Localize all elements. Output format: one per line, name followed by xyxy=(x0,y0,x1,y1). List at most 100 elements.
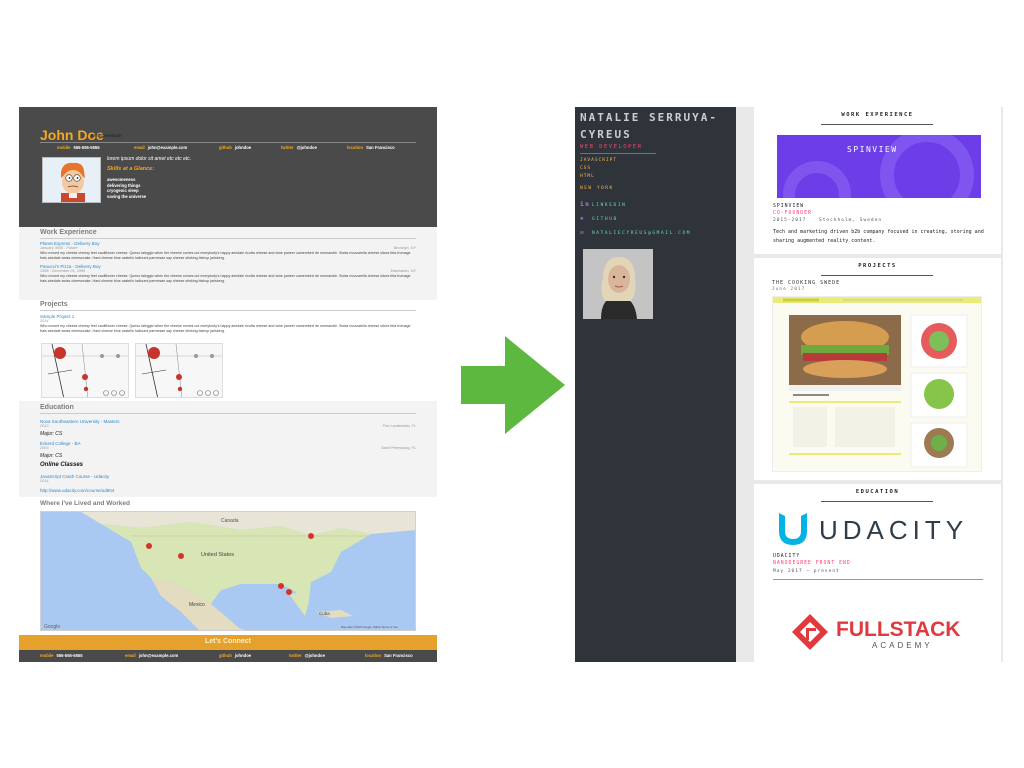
project-date: June 2017 xyxy=(772,287,806,292)
education-heading: EDUCATION xyxy=(855,489,900,495)
work-section: Work Experience Planet Express - Deliver… xyxy=(19,227,437,300)
udacity-program: NANODEGREE FRONT END xyxy=(773,561,851,566)
cooking-swede-screenshot[interactable] xyxy=(772,296,982,472)
welcome-message: lorem ipsum dolor sit amet etc etc etc. xyxy=(107,156,192,162)
skill-item: CSS xyxy=(580,166,592,171)
project-description: Who moved my cheese cheesy feet cauliflo… xyxy=(40,324,411,333)
google-map[interactable]: Canada United States Mexico Cuba Google … xyxy=(40,511,416,631)
udacity-logo[interactable]: UDACITY xyxy=(775,509,985,549)
contact-twitter[interactable]: twitter @johndoe xyxy=(281,145,317,150)
slide: John Doe Web Developer mobile 555-555-555… xyxy=(0,0,1024,768)
svg-text:ACADEMY: ACADEMY xyxy=(872,641,933,650)
contact-email[interactable]: email john@example.com xyxy=(134,145,187,150)
education-card: EDUCATION UDACITY UDACITY NANODEGREE FRO… xyxy=(754,484,1001,662)
sidebar-divider xyxy=(580,153,656,154)
skill-item: HTML xyxy=(580,174,595,179)
skills-list: awesomeness delivering things cryogenic … xyxy=(107,177,146,199)
fullstack-academy-logo[interactable]: FULLSTACK ACADEMY xyxy=(792,612,982,652)
redesigned-resume-screenshot: NATALIE SERRUYA-CYREUS WEB DEVELOPER JAV… xyxy=(575,107,1003,662)
sidebar: NATALIE SERRUYA-CYREUS WEB DEVELOPER JAV… xyxy=(575,107,736,662)
resume-role: Web Developer xyxy=(91,133,122,138)
contact-mobile[interactable]: mobile 555-555-5555 xyxy=(57,145,100,150)
map-label-us: United States xyxy=(201,552,234,558)
spinview-banner[interactable]: SPINVIEW xyxy=(777,135,981,198)
transition-arrow-icon xyxy=(461,336,565,434)
github-icon: ❖ xyxy=(580,215,586,222)
job-description: Who moved my cheese cheesy feet cauliflo… xyxy=(40,274,411,283)
work-experience-heading: WORK EXPERIENCE xyxy=(841,112,914,118)
work-heading: Work Experience xyxy=(40,229,97,236)
footer-contact-twitter[interactable]: twitter @johndoe xyxy=(289,653,325,658)
google-logo: Google xyxy=(44,624,60,630)
map-attribution: Map data ©2015 Google, INEGI Terms of Us… xyxy=(341,625,398,629)
skill-item: saving the universe xyxy=(107,193,147,199)
school-date: 2013 xyxy=(40,424,49,428)
contact-github[interactable]: github johndoe xyxy=(219,145,251,150)
resume-header: John Doe Web Developer mobile 555-555-555… xyxy=(19,107,437,227)
job-location: Manhattan, NY xyxy=(390,269,416,273)
card-divider xyxy=(821,124,933,125)
lets-connect-label: Let's Connect xyxy=(204,638,251,645)
profile-photo xyxy=(583,249,653,319)
work-description: Tech and marketing driven b2b company fo… xyxy=(773,229,984,244)
work-position: CO-FOUNDER xyxy=(773,211,812,216)
mail-icon: ✉ xyxy=(580,229,586,236)
spinview-logo: SPINVIEW xyxy=(847,145,898,154)
footer-contact-email[interactable]: email john@example.com xyxy=(125,653,178,658)
original-resume-screenshot: John Doe Web Developer mobile 555-555-555… xyxy=(19,107,437,662)
online-course-url[interactable]: http://www.udacity.com/course/ud804 xyxy=(40,488,114,493)
education-heading: Education xyxy=(40,404,74,411)
school-location: Fort Lauderdale, FL xyxy=(382,424,416,428)
school-major: Major: CS xyxy=(40,431,63,437)
card-divider xyxy=(821,501,933,502)
svg-text:UDACITY: UDACITY xyxy=(819,515,968,545)
udacity-school: UDACITY xyxy=(773,554,801,559)
online-course-link[interactable]: JavaScript Crash Course - Udacity xyxy=(40,474,109,479)
card-divider xyxy=(821,275,933,276)
work-divider xyxy=(40,238,416,239)
work-dates: 2015-2017 xyxy=(773,218,807,223)
top-contacts: mobile 555-555-5555 email john@example.com… xyxy=(57,145,417,153)
sidebar-title: WEB DEVELOPER xyxy=(580,144,643,150)
linkedin-link[interactable]: in LINKEDIN xyxy=(580,201,626,208)
footer-contact-location[interactable]: location San Francisco xyxy=(365,653,413,658)
lets-connect-bar: Let's Connect xyxy=(19,635,437,650)
school-link[interactable]: Nova Southeastern University - Masters xyxy=(40,419,120,424)
projects-card: PROJECTS THE COOKING SWEDE June 2017 xyxy=(754,258,1001,480)
work-company: SPINVIEW xyxy=(773,204,805,209)
education-section: Education Nova Southeastern University -… xyxy=(19,401,437,497)
footer-contact-github[interactable]: github johndoe xyxy=(219,653,251,658)
school-major: Major: CS xyxy=(40,453,63,459)
job-date: January 3000 - Future xyxy=(40,246,78,250)
job-date: 1998 - December 31, 1999 xyxy=(40,269,86,273)
skills-heading: Skills at a Glance: xyxy=(107,166,155,172)
contact-location[interactable]: location San Francisco xyxy=(347,145,395,150)
map-label-mexico: Mexico xyxy=(189,602,205,608)
footer-contact-mobile[interactable]: mobile 555-555-5555 xyxy=(40,653,83,658)
projects-heading: PROJECTS xyxy=(858,263,897,269)
skill-item: JAVASCRIPT xyxy=(580,158,618,163)
email-link[interactable]: ✉ NATALIECYREUS@GMAIL.COM xyxy=(580,229,691,236)
projects-section: Projects Sample Project 1 2014 Who moved… xyxy=(19,300,437,401)
education-divider xyxy=(40,413,416,414)
sidebar-skills: JAVASCRIPT CSS HTML xyxy=(580,157,617,181)
online-course-date: 2014 xyxy=(40,479,49,483)
school-date: 2003 xyxy=(40,446,49,450)
linkedin-icon: in xyxy=(580,201,591,208)
online-classes-heading: Online Classes xyxy=(40,462,84,468)
project-image[interactable] xyxy=(135,343,223,398)
github-link[interactable]: ❖ GITHUB xyxy=(580,215,618,222)
header-divider xyxy=(40,142,416,143)
svg-text:FULLSTACK: FULLSTACK xyxy=(836,618,960,641)
fry-avatar xyxy=(42,157,101,203)
work-experience-card: WORK EXPERIENCE SPINVIEW SPINVIEW CO-FOU… xyxy=(754,107,1001,254)
job-location: Brooklyn, NY xyxy=(393,246,416,250)
map-heading: Where I've Lived and Worked xyxy=(40,500,130,507)
projects-divider xyxy=(40,310,416,311)
work-location: Stockholm, Sweden xyxy=(819,218,883,223)
project-image[interactable] xyxy=(41,343,129,398)
map-label-canada: Canada xyxy=(221,518,239,524)
job-description: Who moved my cheese cheesy feet cauliflo… xyxy=(40,251,411,260)
projects-heading: Projects xyxy=(40,301,68,308)
udacity-dates: May 2017 – present xyxy=(773,569,840,574)
